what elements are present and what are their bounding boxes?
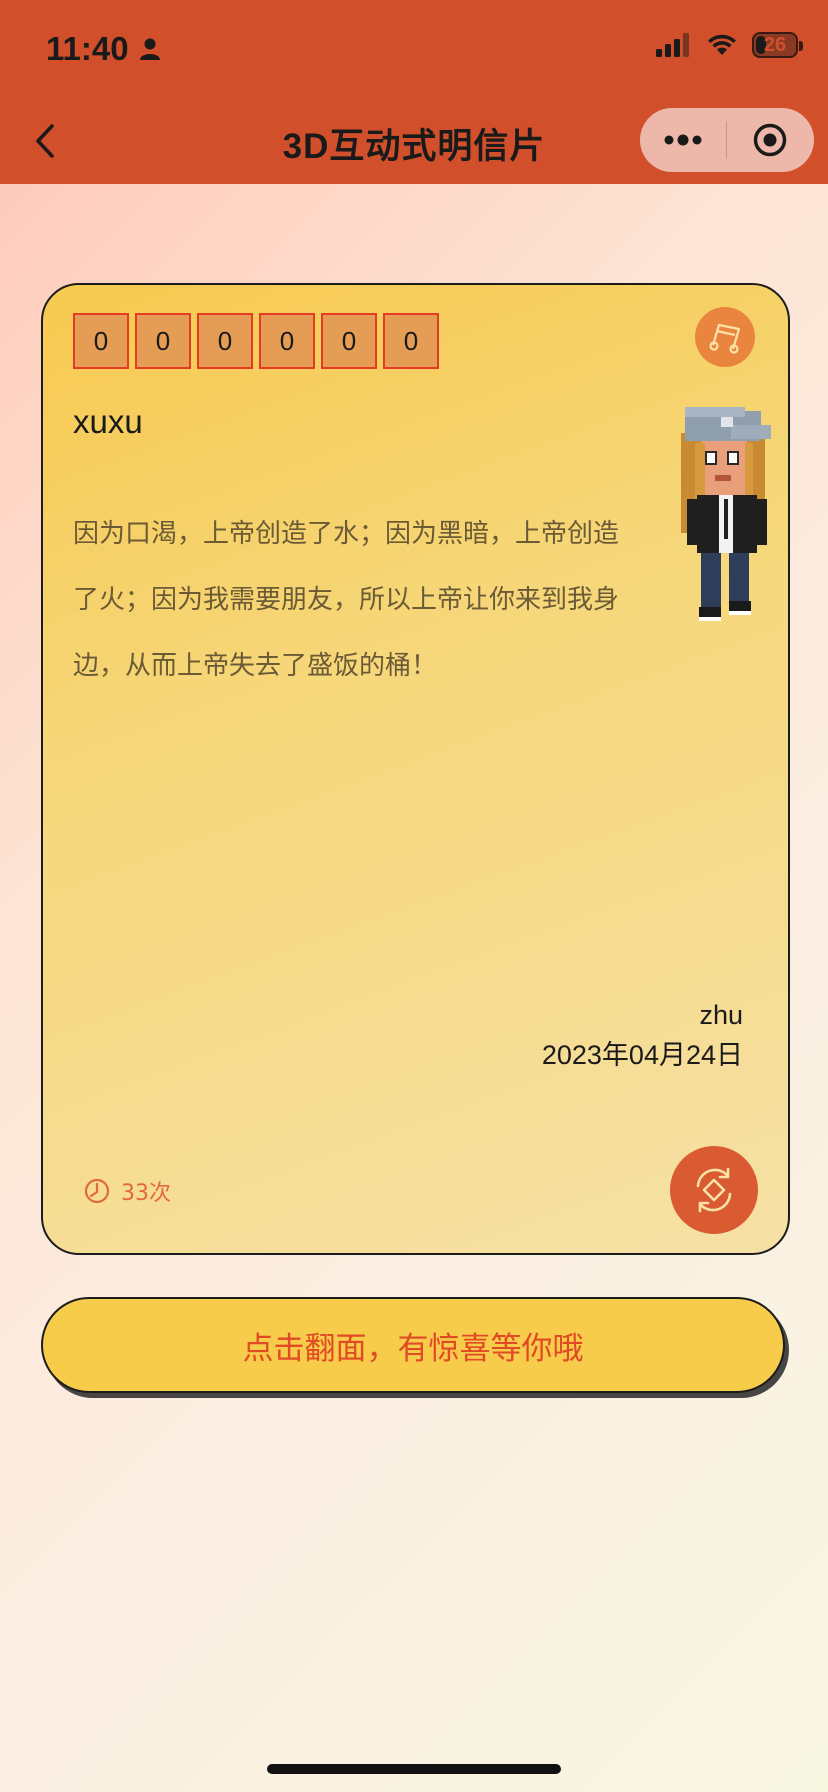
more-button[interactable] bbox=[640, 108, 726, 172]
code-digit: 0 bbox=[259, 313, 315, 369]
code-digit: 0 bbox=[73, 313, 129, 369]
card-message: 因为口渴，上帝创造了水；因为黑暗，上帝创造了火；因为我需要朋友，所以上帝让你来到… bbox=[73, 519, 620, 681]
code-digit: 0 bbox=[383, 313, 439, 369]
battery-icon: 26 bbox=[752, 32, 803, 58]
signature-block: zhu 2023年04月24日 bbox=[542, 995, 743, 1075]
flip-surprise-button[interactable]: 点击翻面，有惊喜等你哦 bbox=[41, 1297, 785, 1393]
code-digit: 0 bbox=[135, 313, 191, 369]
card-date: 2023年04月24日 bbox=[541, 1040, 743, 1070]
home-indicator bbox=[267, 1764, 561, 1774]
close-button[interactable] bbox=[727, 108, 813, 172]
postcard: 0 0 0 0 0 0 xuxu 因为口渴，上帝创造了水；因为黑暗，上帝创造了火… bbox=[41, 283, 790, 1255]
sender-name: zhu bbox=[699, 1000, 743, 1030]
mini-program-capsule bbox=[640, 108, 814, 172]
clock-icon bbox=[84, 1178, 110, 1204]
wifi-icon bbox=[708, 34, 736, 55]
code-digit: 0 bbox=[197, 313, 253, 369]
code-digit: 0 bbox=[321, 313, 377, 369]
battery-cap bbox=[799, 41, 803, 51]
view-count: 33次 bbox=[83, 1175, 171, 1207]
view-count-text: 33次 bbox=[121, 1181, 171, 1206]
status-time-group: 11:40 bbox=[46, 30, 163, 68]
voxel-character-avatar bbox=[681, 407, 771, 621]
rotate-flip-icon bbox=[696, 1167, 732, 1213]
code-digits: 0 0 0 0 0 0 bbox=[73, 313, 439, 369]
status-time: 11:40 bbox=[46, 30, 129, 67]
person-icon bbox=[139, 38, 160, 60]
recipient-name: xuxu bbox=[73, 403, 143, 440]
status-icons: 26 bbox=[656, 32, 803, 58]
flip-card-button[interactable] bbox=[670, 1146, 758, 1234]
signal-icon bbox=[656, 33, 689, 57]
music-button[interactable] bbox=[695, 307, 755, 367]
target-close-icon bbox=[753, 123, 787, 157]
music-note-icon bbox=[709, 323, 741, 354]
more-dots-icon bbox=[664, 134, 702, 146]
battery-level: 26 bbox=[763, 33, 787, 56]
header-bar: 11:40 26 3D互动式明信片 bbox=[0, 0, 828, 184]
